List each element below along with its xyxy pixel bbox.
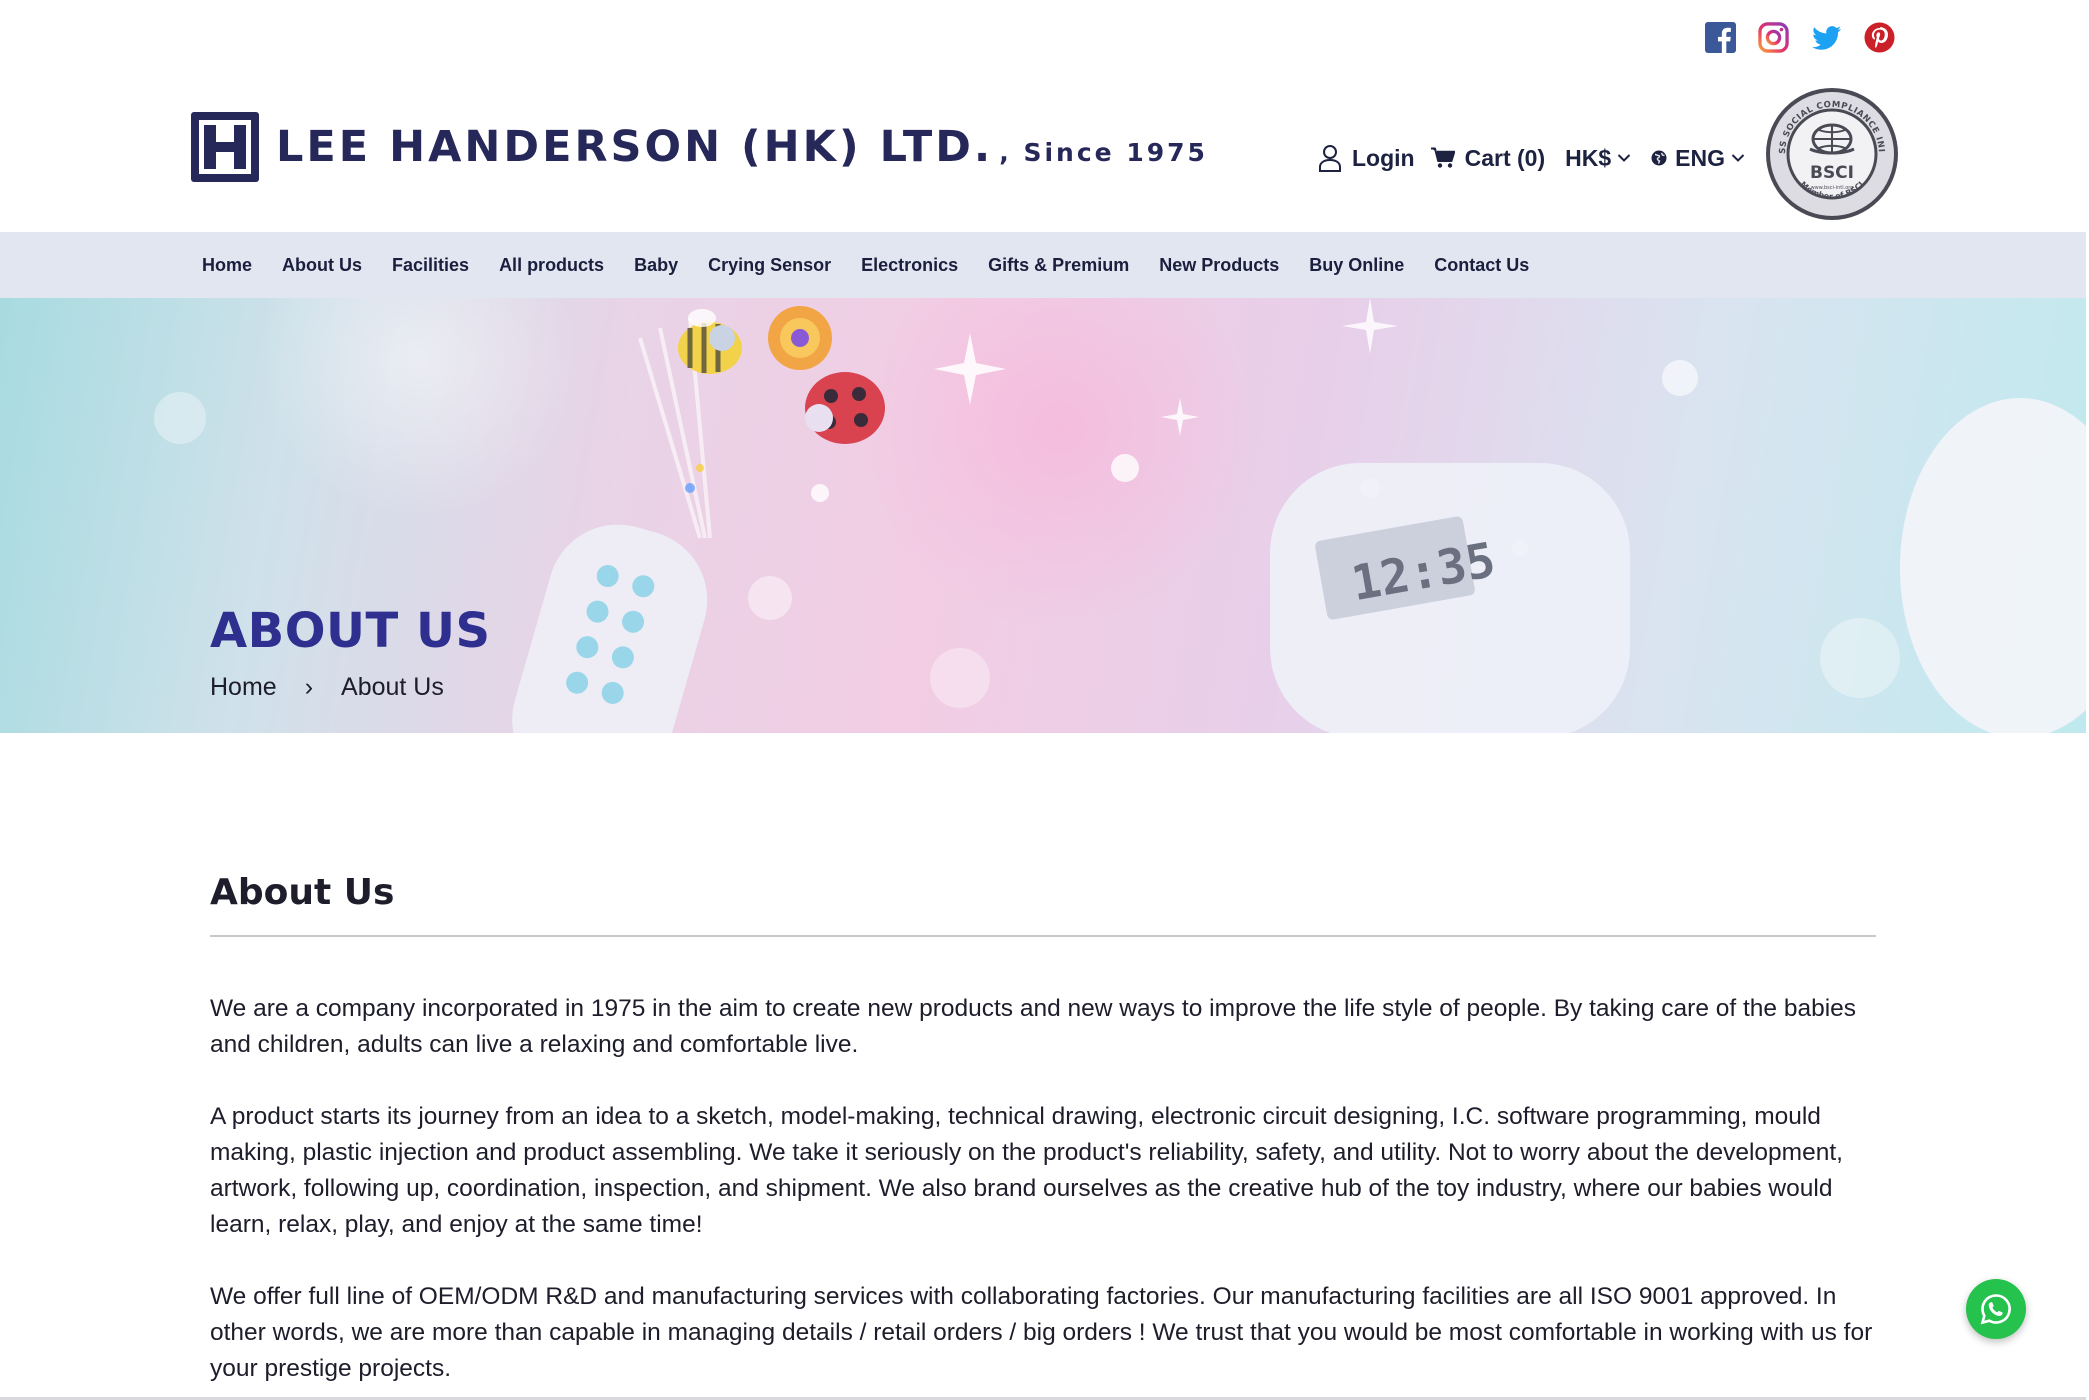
breadcrumb: Home › About Us — [210, 673, 444, 702]
nav-item-about-us[interactable]: About Us — [282, 255, 362, 276]
whatsapp-icon — [1980, 1294, 2011, 1325]
nav-item-new-products[interactable]: New Products — [1159, 255, 1279, 276]
section-heading: About Us — [210, 872, 395, 913]
chevron-down-icon — [1617, 154, 1631, 162]
nav-item-electronics[interactable]: Electronics — [861, 255, 958, 276]
alarm-clock-image: 12:35 — [1270, 463, 1630, 733]
company-name: LEE HANDERSON (HK) LTD., Since 1975 — [276, 122, 1208, 172]
about-paragraph: We offer full line of OEM/ODM R&D and ma… — [210, 1283, 1873, 1382]
page-title: ABOUT US — [210, 603, 491, 659]
pinterest-icon[interactable] — [1864, 22, 1895, 53]
cart-link[interactable]: Cart (0) — [1430, 144, 1546, 172]
instagram-icon[interactable] — [1758, 22, 1789, 53]
globe-icon — [1651, 150, 1667, 166]
breadcrumb-separator: › — [304, 673, 314, 701]
login-label: Login — [1352, 144, 1415, 171]
divider — [210, 935, 1876, 937]
globe-hand-icon — [1809, 123, 1855, 155]
user-icon — [1319, 145, 1341, 172]
nav-item-contact-us[interactable]: Contact Us — [1434, 255, 1529, 276]
chevron-down-icon — [1731, 154, 1745, 162]
currency-select[interactable]: HK$ — [1565, 145, 1631, 172]
breadcrumb-current: About Us — [341, 673, 444, 701]
nav-item-all-products[interactable]: All products — [499, 255, 604, 276]
login-link[interactable]: Login — [1318, 144, 1415, 172]
facebook-icon[interactable] — [1705, 22, 1736, 53]
bsci-member-badge: BUSINESS SOCIAL COMPLIANCE INITIATIVE Me… — [1765, 87, 1898, 220]
bsci-url: www.bsci-intl.org — [1811, 185, 1854, 191]
main-navigation: Home About Us Facilities All products Ba… — [0, 232, 2086, 298]
whatsapp-chat-button[interactable] — [1966, 1279, 2026, 1339]
about-paragraph: A product starts its journey from an ide… — [210, 1103, 1843, 1238]
header-actions: Login Cart (0) HK$ ENG — [1318, 144, 1745, 172]
about-content: About Us We are a company incorporated i… — [210, 872, 1876, 1387]
cart-label: Cart (0) — [1464, 144, 1546, 171]
company-logo[interactable]: LEE HANDERSON (HK) LTD., Since 1975 — [190, 111, 1208, 183]
language-value: ENG — [1675, 144, 1725, 171]
social-links — [1705, 22, 1895, 53]
logo-mark-icon — [191, 112, 259, 182]
breadcrumb-home-link[interactable]: Home — [210, 673, 277, 702]
currency-value: HK$ — [1565, 144, 1612, 171]
nav-item-buy-online[interactable]: Buy Online — [1309, 255, 1404, 276]
nav-item-gifts-premium[interactable]: Gifts & Premium — [988, 255, 1129, 276]
about-paragraph: We are a company incorporated in 1975 in… — [210, 995, 1857, 1058]
language-select[interactable]: ENG — [1651, 145, 1745, 172]
cart-icon — [1430, 147, 1455, 168]
nav-item-baby[interactable]: Baby — [634, 255, 678, 276]
hero-background-image: 12:35 — [154, 298, 2086, 733]
nav-item-home[interactable]: Home — [202, 255, 252, 276]
twitter-icon[interactable] — [1811, 22, 1842, 53]
company-since: , Since 1975 — [999, 138, 1208, 167]
nav-item-facilities[interactable]: Facilities — [392, 255, 469, 276]
hero-banner: 12:35 ABOUT US Home › About Us — [0, 298, 2086, 733]
nav-item-crying-sensor[interactable]: Crying Sensor — [708, 255, 831, 276]
bsci-label: BSCI — [1810, 163, 1854, 183]
